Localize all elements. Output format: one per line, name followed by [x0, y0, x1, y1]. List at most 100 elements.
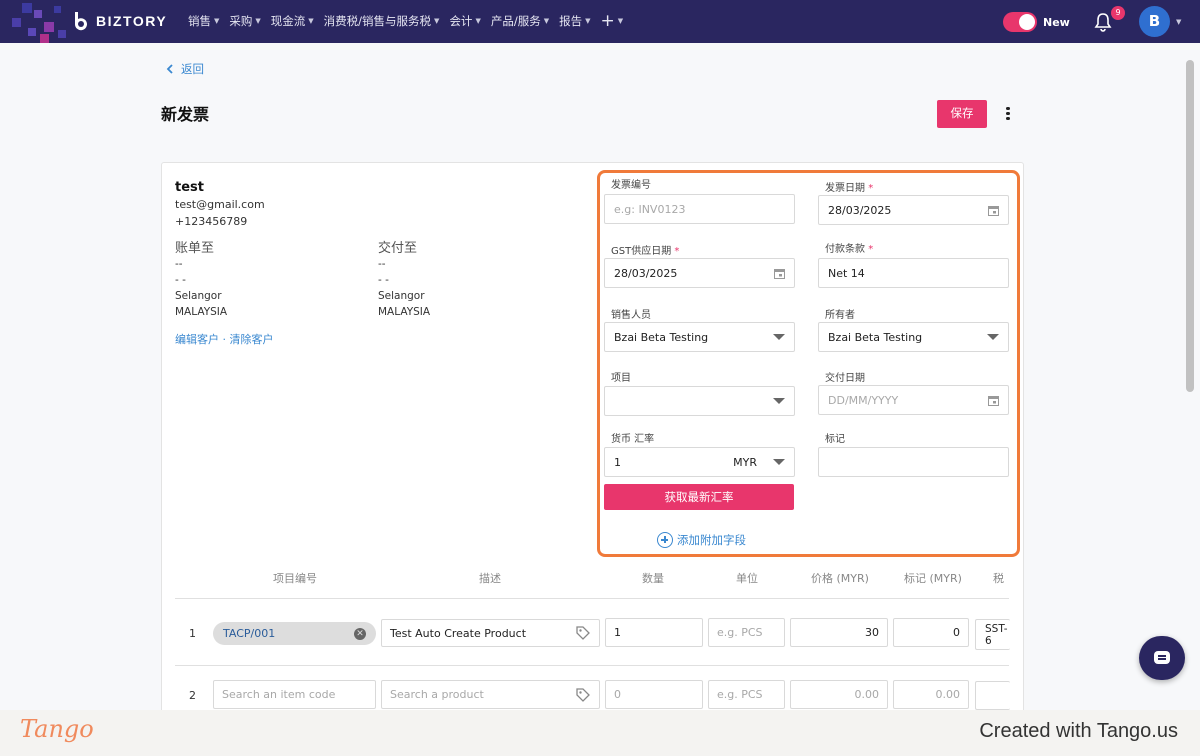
- customer-phone: +123456789: [175, 215, 248, 228]
- markup-input[interactable]: 0.00: [893, 680, 969, 709]
- nav-item-cashflow[interactable]: 现金流 ▼: [271, 13, 314, 29]
- dropdown-arrow-icon: [773, 459, 785, 465]
- avatar[interactable]: B: [1139, 6, 1170, 37]
- product-search-input[interactable]: Search a product: [381, 680, 600, 709]
- payment-terms-value: Net 14: [828, 266, 865, 280]
- biztory-logo-icon: [74, 12, 87, 31]
- brand-name: BIZTORY: [96, 13, 168, 29]
- description-input[interactable]: Test Auto Create Product: [381, 619, 600, 647]
- unit-placeholder: e.g. PCS: [717, 626, 763, 639]
- tags-label: 标记: [825, 434, 845, 445]
- customer-email: test@gmail.com: [175, 198, 265, 211]
- price-placeholder: 0.00: [854, 688, 880, 701]
- calendar-icon[interactable]: [988, 205, 999, 216]
- nav-label: 采购: [229, 14, 253, 28]
- nav-item-sst[interactable]: 消费税/销售与服务税 ▼: [324, 13, 440, 29]
- payment-terms-label: 付款条款 *: [825, 240, 873, 255]
- nav-label: 消费税/销售与服务税: [323, 14, 432, 28]
- save-button[interactable]: 保存: [937, 100, 987, 128]
- new-ui-toggle[interactable]: New: [1003, 12, 1070, 32]
- price-input[interactable]: 30: [790, 618, 888, 647]
- customer-actions-link[interactable]: 编辑客户 · 清除客户: [175, 331, 274, 347]
- row-number: 2: [189, 689, 196, 702]
- nav-label: 销售: [188, 14, 211, 28]
- clear-icon[interactable]: ✕: [354, 627, 366, 640]
- notification-badge: 9: [1111, 6, 1125, 20]
- brand-logo[interactable]: BIZTORY: [72, 11, 167, 31]
- currency-code: MYR: [733, 455, 757, 469]
- toggle-label: New: [1043, 15, 1070, 29]
- label-text: GST供应日期: [611, 246, 672, 257]
- item-code-search-input[interactable]: Search an item code: [213, 680, 376, 709]
- dropdown-arrow-icon: [773, 398, 785, 404]
- tax-select[interactable]: SST-6: [975, 619, 1010, 650]
- exchange-rate-value: 1: [614, 455, 621, 469]
- quantity-input[interactable]: 1: [605, 618, 703, 647]
- invoice-no-input[interactable]: e.g: INV0123: [604, 194, 795, 224]
- nav-item-products[interactable]: 产品/服务 ▼: [491, 13, 549, 29]
- tag-icon[interactable]: [575, 687, 591, 703]
- price-input[interactable]: 0.00: [790, 680, 888, 709]
- required-marker: *: [674, 246, 680, 257]
- tax-select[interactable]: [975, 681, 1010, 710]
- invoice-date-input[interactable]: 28/03/2025: [818, 195, 1009, 225]
- delivery-date-input[interactable]: DD/MM/YYYY: [818, 385, 1009, 415]
- markup-value: 0: [953, 626, 960, 639]
- col-header-markup: 标记 (MYR): [904, 572, 962, 585]
- plus-icon: +: [600, 11, 615, 31]
- gst-date-input[interactable]: 28/03/2025: [604, 258, 795, 288]
- salesperson-label: 销售人员: [611, 310, 651, 321]
- table-divider: [175, 665, 1009, 666]
- back-link[interactable]: 返回: [166, 61, 204, 77]
- billing-country: MALAYSIA: [175, 306, 228, 318]
- nav-item-sales[interactable]: 销售 ▼: [188, 13, 219, 29]
- quantity-value: 1: [614, 626, 621, 639]
- fetch-rate-button[interactable]: 获取最新汇率: [604, 484, 794, 510]
- col-header-tax: 税: [993, 572, 1004, 585]
- chevron-down-icon: ▼: [308, 17, 314, 25]
- chat-button[interactable]: [1139, 636, 1185, 680]
- nav-item-purchases[interactable]: 采购 ▼: [229, 13, 260, 29]
- col-header-price: 价格 (MYR): [811, 572, 869, 585]
- page-scrollbar[interactable]: [1186, 60, 1194, 392]
- price-value: 30: [865, 626, 879, 639]
- unit-input[interactable]: e.g. PCS: [708, 618, 785, 647]
- more-options-icon[interactable]: [1003, 105, 1013, 125]
- payment-terms-input[interactable]: Net 14: [818, 258, 1009, 288]
- required-marker: *: [868, 183, 874, 194]
- nav-item-accounting[interactable]: 会计 ▼: [449, 13, 480, 29]
- owner-value: Bzai Beta Testing: [828, 330, 923, 344]
- quantity-input[interactable]: 0: [605, 680, 703, 709]
- project-label: 项目: [611, 373, 631, 384]
- project-select[interactable]: [604, 386, 795, 416]
- col-header-quantity: 数量: [642, 572, 664, 585]
- col-header-item-code: 项目编号: [273, 572, 317, 585]
- chevron-down-icon: ▼: [434, 17, 440, 25]
- row-number: 1: [189, 627, 196, 640]
- nav-item-create[interactable]: + ▼: [600, 11, 623, 31]
- toggle-switch[interactable]: [1003, 12, 1037, 32]
- owner-select[interactable]: Bzai Beta Testing: [818, 322, 1009, 352]
- chat-icon: [1154, 651, 1170, 664]
- nav-item-reports[interactable]: 报告 ▼: [559, 13, 590, 29]
- salesperson-select[interactable]: Bzai Beta Testing: [604, 322, 795, 352]
- calendar-icon[interactable]: [774, 268, 785, 279]
- tag-icon[interactable]: [575, 625, 591, 641]
- unit-input[interactable]: e.g. PCS: [708, 680, 785, 709]
- tags-input[interactable]: [818, 447, 1009, 477]
- item-code-chip[interactable]: TACP/001 ✕: [213, 622, 376, 645]
- invoice-date-label: 发票日期 *: [825, 179, 873, 194]
- calendar-icon[interactable]: [988, 395, 999, 406]
- nav-label: 报告: [559, 14, 583, 28]
- markup-input[interactable]: 0: [893, 618, 969, 647]
- col-header-unit: 单位: [736, 572, 758, 585]
- tango-logo: Tango: [20, 715, 94, 743]
- chevron-down-icon: ▼: [255, 17, 261, 25]
- currency-select[interactable]: 1 MYR: [604, 447, 795, 477]
- delivery-date-label: 交付日期: [825, 373, 865, 384]
- nav-label: 会计: [449, 14, 473, 28]
- main-nav: 销售 ▼ 采购 ▼ 现金流 ▼ 消费税/销售与服务税 ▼ 会计 ▼ 产品/服务 ▼ 报告 ▼ …: [188, 11, 623, 31]
- bell-icon[interactable]: [1093, 12, 1113, 32]
- add-field-link[interactable]: 添加附加字段: [657, 532, 746, 548]
- chevron-down-icon[interactable]: ▼: [1176, 18, 1181, 26]
